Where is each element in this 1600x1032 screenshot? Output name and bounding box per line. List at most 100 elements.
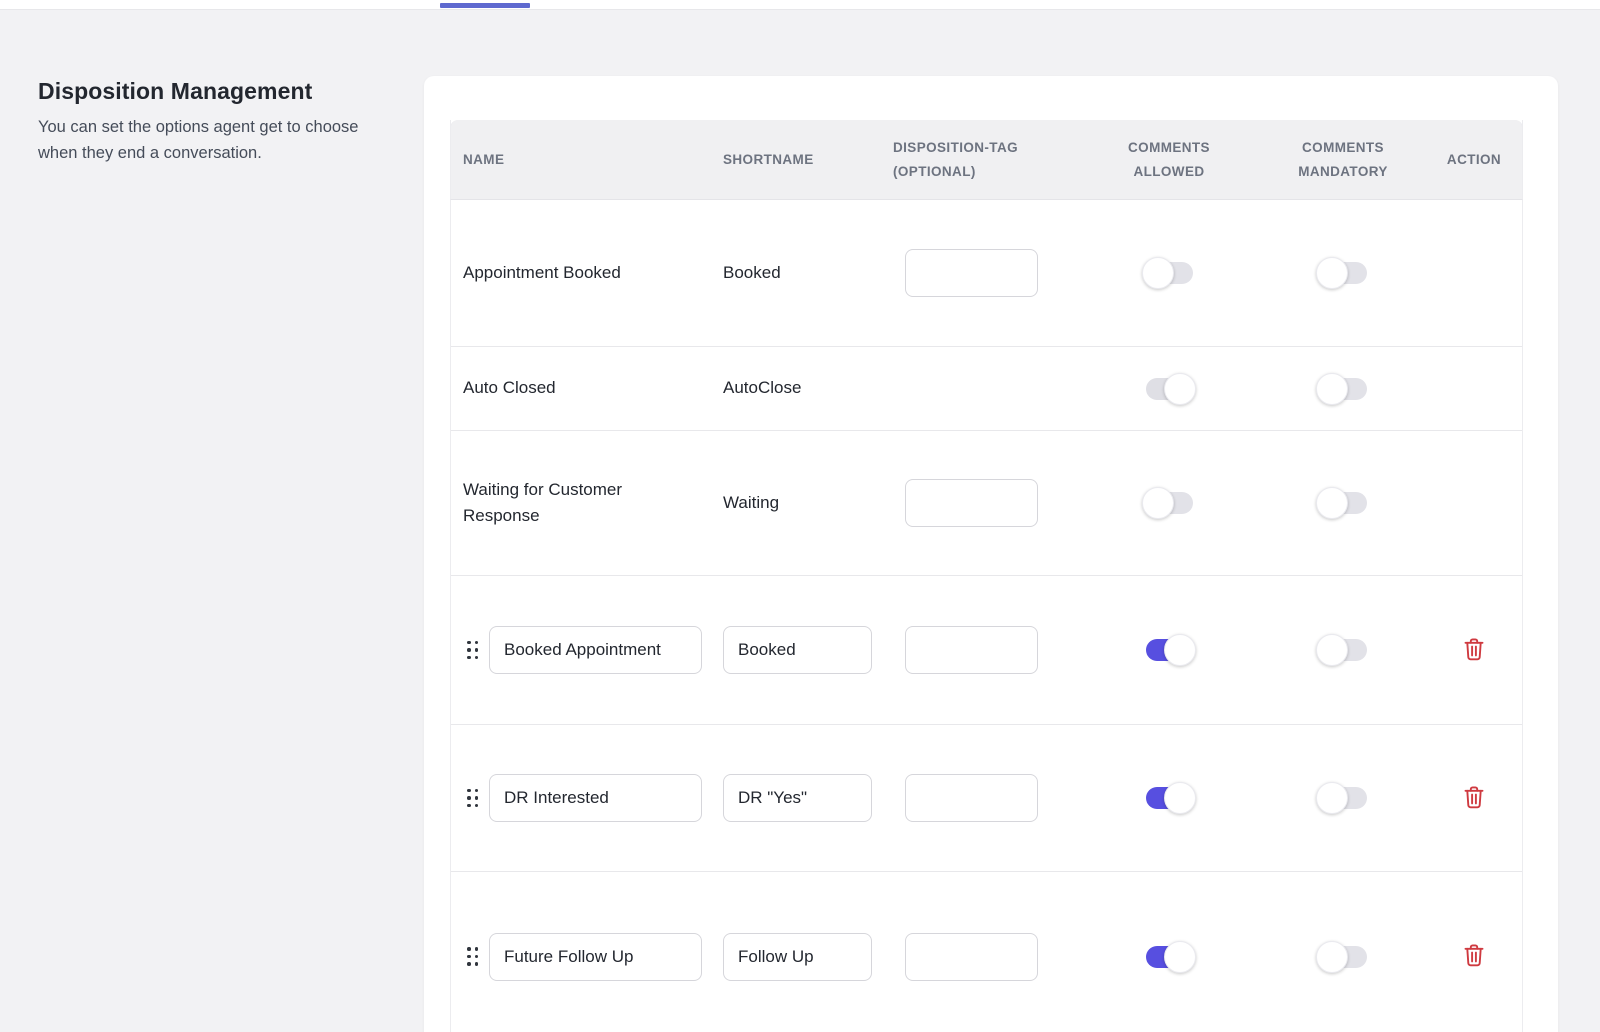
name-cell	[451, 626, 723, 674]
section-intro: Disposition Management You can set the o…	[38, 78, 398, 166]
comments-mandatory-toggle[interactable]	[1316, 257, 1370, 289]
toggle-knob	[1142, 257, 1174, 289]
disposition-tag-input[interactable]	[905, 626, 1038, 674]
trash-icon	[1463, 785, 1485, 809]
toggle-knob	[1142, 487, 1174, 519]
toggle-knob	[1316, 257, 1348, 289]
disposition-shortname-input[interactable]	[723, 626, 872, 674]
header-comments-allowed: COMMENTS ALLOWED	[1108, 136, 1230, 183]
active-tab-indicator	[440, 3, 530, 8]
shortname-cell	[723, 626, 893, 674]
comments-mandatory-cell	[1316, 782, 1370, 814]
action-cell	[1461, 941, 1487, 972]
toggle-knob	[1316, 634, 1348, 666]
disposition-name-input[interactable]	[489, 933, 702, 981]
shortname-cell	[723, 774, 893, 822]
action-cell	[1461, 635, 1487, 666]
delete-disposition-button[interactable]	[1461, 941, 1487, 969]
table-row: Waiting for Customer Response Waiting	[451, 431, 1522, 576]
table-row: Auto Closed AutoClose	[451, 347, 1522, 431]
name-cell	[451, 933, 723, 981]
name-cell: Auto Closed	[451, 375, 723, 401]
comments-allowed-toggle[interactable]	[1142, 257, 1196, 289]
toggle-knob	[1164, 941, 1196, 973]
toggle-knob	[1164, 782, 1196, 814]
table-row: Appointment Booked Booked	[451, 200, 1522, 347]
tag-cell	[893, 933, 1062, 981]
table-header-row: NAME SHORTNAME DISPOSITION-TAG (OPTIONAL…	[450, 120, 1523, 200]
comments-allowed-cell	[1142, 257, 1196, 289]
drag-handle-icon[interactable]	[467, 947, 478, 966]
comments-mandatory-toggle[interactable]	[1316, 487, 1370, 519]
comments-mandatory-toggle[interactable]	[1316, 782, 1370, 814]
drag-handle-icon[interactable]	[467, 789, 478, 808]
page-title: Disposition Management	[38, 78, 398, 105]
trash-icon	[1463, 943, 1485, 967]
table-row	[451, 725, 1522, 872]
comments-allowed-toggle[interactable]	[1142, 634, 1196, 666]
comments-mandatory-cell	[1316, 487, 1370, 519]
action-cell	[1461, 783, 1487, 814]
drag-handle-icon[interactable]	[467, 641, 478, 660]
disposition-card: NAME SHORTNAME DISPOSITION-TAG (OPTIONAL…	[424, 76, 1558, 1032]
toggle-knob	[1316, 373, 1348, 405]
header-name: NAME	[451, 148, 723, 172]
disposition-shortname-input[interactable]	[723, 774, 872, 822]
disposition-name-input[interactable]	[489, 774, 702, 822]
comments-allowed-toggle[interactable]	[1142, 782, 1196, 814]
delete-disposition-button[interactable]	[1461, 783, 1487, 811]
comments-allowed-toggle[interactable]	[1142, 941, 1196, 973]
trash-icon	[1463, 637, 1485, 661]
disposition-name: Auto Closed	[451, 375, 556, 401]
toggle-knob	[1316, 941, 1348, 973]
tag-cell	[893, 249, 1062, 297]
comments-mandatory-cell	[1316, 257, 1370, 289]
disposition-table: NAME SHORTNAME DISPOSITION-TAG (OPTIONAL…	[450, 120, 1523, 1032]
header-action: ACTION	[1447, 148, 1501, 172]
comments-mandatory-cell	[1316, 941, 1370, 973]
disposition-tag-input[interactable]	[905, 774, 1038, 822]
comments-mandatory-toggle[interactable]	[1316, 941, 1370, 973]
tag-cell	[893, 479, 1062, 527]
disposition-shortname: Booked	[723, 260, 781, 286]
comments-allowed-cell	[1142, 941, 1196, 973]
table-row	[451, 872, 1522, 1032]
shortname-cell: Waiting	[723, 490, 893, 516]
comments-allowed-cell	[1142, 782, 1196, 814]
shortname-cell: Booked	[723, 260, 893, 286]
tag-cell	[893, 626, 1062, 674]
disposition-tag-input[interactable]	[905, 479, 1038, 527]
tag-cell	[893, 774, 1062, 822]
comments-allowed-toggle[interactable]	[1142, 373, 1196, 405]
shortname-cell	[723, 933, 893, 981]
toggle-knob	[1316, 487, 1348, 519]
comments-allowed-cell	[1142, 373, 1196, 405]
toggle-knob	[1164, 373, 1196, 405]
table-row	[451, 576, 1522, 725]
toggle-knob	[1164, 634, 1196, 666]
disposition-tag-input[interactable]	[905, 933, 1038, 981]
comments-allowed-toggle[interactable]	[1142, 487, 1196, 519]
top-navigation-bar	[0, 0, 1600, 10]
comments-mandatory-cell	[1316, 634, 1370, 666]
comments-mandatory-cell	[1316, 373, 1370, 405]
delete-disposition-button[interactable]	[1461, 635, 1487, 663]
disposition-name: Waiting for Customer Response	[451, 477, 663, 530]
disposition-shortname: Waiting	[723, 490, 779, 516]
disposition-name: Appointment Booked	[451, 260, 621, 286]
name-cell: Waiting for Customer Response	[451, 477, 723, 530]
comments-allowed-cell	[1142, 487, 1196, 519]
comments-mandatory-toggle[interactable]	[1316, 634, 1370, 666]
disposition-tag-input[interactable]	[905, 249, 1038, 297]
disposition-shortname-input[interactable]	[723, 933, 872, 981]
disposition-name-input[interactable]	[489, 626, 702, 674]
page-subtitle: You can set the options agent get to cho…	[38, 114, 390, 166]
toggle-knob	[1316, 782, 1348, 814]
name-cell	[451, 774, 723, 822]
header-comments-mandatory: COMMENTS MANDATORY	[1282, 136, 1404, 183]
comments-allowed-cell	[1142, 634, 1196, 666]
comments-mandatory-toggle[interactable]	[1316, 373, 1370, 405]
shortname-cell: AutoClose	[723, 375, 893, 401]
header-shortname: SHORTNAME	[723, 148, 893, 172]
name-cell: Appointment Booked	[451, 260, 723, 286]
